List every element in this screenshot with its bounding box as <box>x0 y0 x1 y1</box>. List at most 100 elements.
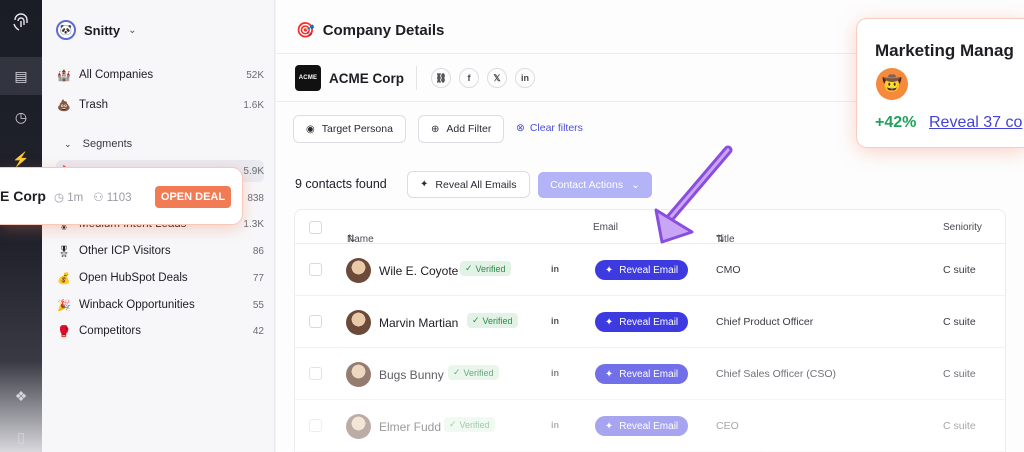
sidebar-item-hubspot-deals[interactable]: 💰 Open HubSpot Deals 77 <box>56 267 264 289</box>
sidebar-item-count: 838 <box>247 192 264 204</box>
segments-label: Segments <box>82 138 133 150</box>
book-nav-icon[interactable]: ▯ <box>11 427 31 447</box>
avatar <box>346 258 371 283</box>
sidebar-item-count: 1.3K <box>243 218 264 230</box>
page-title: 🎯 Company Details <box>296 21 445 40</box>
avatar <box>346 362 371 387</box>
workspace-switcher[interactable]: 🐼 Snitty ⌄ <box>56 20 137 40</box>
people-icon: ⚇ <box>93 192 104 204</box>
row-checkbox[interactable] <box>309 419 322 432</box>
sidebar-item-label: Winback Opportunities <box>79 299 195 311</box>
facebook-icon[interactable]: f <box>459 68 479 88</box>
app-rail: ▤ ◷ ⚡ ❖ ▯ <box>0 0 42 452</box>
sidebar-item-count: 86 <box>252 245 264 257</box>
boxing-glove-icon: 🥊 <box>57 325 71 338</box>
segments-header[interactable]: ⌄ Segments <box>64 138 132 150</box>
table-row[interactable]: Elmer Fudd ✓ Verified in ✦ Reveal Email CE… <box>295 400 1005 452</box>
linkedin-icon[interactable]: in <box>551 264 559 274</box>
sidebar-item-count: 52K <box>246 69 264 81</box>
table-row[interactable]: Bugs Bunny ✓ Verified in ✦ Reveal Email Ch… <box>295 348 1005 400</box>
check-circle-icon: ✓ <box>465 263 473 273</box>
persona-icon: ◉ <box>306 123 315 135</box>
sidebar-item-count: 5.9K <box>243 165 264 177</box>
linkedin-icon[interactable]: in <box>515 68 535 88</box>
marketing-card: Marketing Manag 🤠 +42% Reveal 37 co <box>857 19 1024 147</box>
deal-company: E Corp <box>0 188 46 204</box>
sidebar-item-competitors[interactable]: 🥊 Competitors 42 <box>56 320 264 342</box>
contact-title: Chief Product Officer <box>716 316 814 328</box>
verified-badge: ✓ Verified <box>467 313 518 328</box>
reveal-email-button[interactable]: ✦ Reveal Email <box>595 364 688 384</box>
contact-name[interactable]: Marvin Martian <box>379 316 458 330</box>
sidebar-item-label: Trash <box>79 99 108 111</box>
avatar <box>346 414 371 439</box>
verified-badge: ✓ Verified <box>448 365 499 380</box>
sidebar-item-other-icp[interactable]: 🎖 Other ICP Visitors 86 <box>56 240 264 262</box>
clock-nav-icon[interactable]: ◷ <box>11 107 31 127</box>
row-checkbox[interactable] <box>309 263 322 276</box>
chevron-down-icon: ⌄ <box>128 24 137 36</box>
verified-badge: ✓ Verified <box>444 417 495 432</box>
contact-seniority: C suite <box>943 316 976 328</box>
sidebar-item-all-companies[interactable]: 🏰 All Companies 52K <box>56 64 264 86</box>
reveal-contacts-link[interactable]: Reveal 37 co <box>929 114 1022 132</box>
linkedin-icon[interactable]: in <box>551 420 559 430</box>
avatar: 🤠 <box>876 68 908 100</box>
contact-actions-button[interactable]: Contact Actions ⌄ <box>538 172 652 198</box>
target-persona-label: Target Persona <box>321 123 393 135</box>
linkedin-icon[interactable]: in <box>551 316 559 326</box>
deal-meta: ◷ 1m ⚇ 1103 <box>54 192 132 204</box>
integrations-nav-icon[interactable]: ❖ <box>11 386 31 406</box>
contact-name[interactable]: Elmer Fudd <box>379 420 441 434</box>
sidebar-item-count: 77 <box>252 272 264 284</box>
castle-icon: 🏰 <box>57 69 71 82</box>
table-row[interactable]: Marvin Martian ✓ Verified in ✦ Reveal Emai… <box>295 296 1005 348</box>
close-circle-icon: ⊗ <box>516 122 525 134</box>
companies-nav-icon[interactable]: ▤ <box>0 57 42 95</box>
linkedin-icon[interactable]: in <box>551 368 559 378</box>
contact-seniority: C suite <box>943 420 976 432</box>
growth-percent: +42% <box>875 114 917 131</box>
sidebar-item-label: Competitors <box>79 325 141 337</box>
reveal-email-button[interactable]: ✦ Reveal Email <box>595 312 688 332</box>
sidebar-item-label: Other ICP Visitors <box>79 245 171 257</box>
table-row[interactable]: Wile E. Coyote ✓ Verified in ✦ Reveal Emai… <box>295 244 1005 296</box>
contact-name[interactable]: Bugs Bunny <box>379 368 444 382</box>
select-all-checkbox[interactable] <box>309 221 322 234</box>
contacts-count: 9 contacts found <box>295 177 387 191</box>
verified-badge: ✓ Verified <box>460 261 511 276</box>
check-circle-icon: ✓ <box>449 419 457 429</box>
bolt-nav-icon[interactable]: ⚡ <box>11 149 31 169</box>
contact-name[interactable]: Wile E. Coyote <box>379 264 458 278</box>
clear-filters-label: Clear filters <box>529 122 583 134</box>
divider <box>416 66 417 90</box>
workspace-name: Snitty <box>84 22 121 38</box>
sidebar: 🐼 Snitty ⌄ 🏰 All Companies 52K 💩 Trash 1… <box>42 0 275 452</box>
sparkle-icon: ✦ <box>420 179 429 190</box>
sparkle-icon: ✦ <box>604 368 614 380</box>
clear-filters-link[interactable]: ⊗ Clear filters <box>516 122 583 134</box>
page-title-text: Company Details <box>322 21 445 39</box>
open-deal-button[interactable]: OPEN DEAL <box>155 186 231 208</box>
reveal-email-button[interactable]: ✦ Reveal Email <box>595 260 688 280</box>
party-icon: 🎉 <box>57 299 71 312</box>
fingerprint-logo-icon[interactable] <box>11 12 31 32</box>
sparkle-icon: ✦ <box>604 420 614 432</box>
sparkle-icon: ✦ <box>604 316 614 328</box>
sidebar-item-trash[interactable]: 💩 Trash 1.6K <box>56 94 264 116</box>
contact-title: CEO <box>716 420 739 432</box>
link-icon[interactable]: ⛓ <box>431 68 451 88</box>
sidebar-item-count: 42 <box>252 325 264 337</box>
check-circle-icon: ✓ <box>472 315 480 325</box>
add-filter-button[interactable]: ⊕ Add Filter <box>418 115 505 143</box>
contact-seniority: C suite <box>943 264 976 276</box>
add-filter-label: Add Filter <box>446 123 492 135</box>
sidebar-item-count: 1.6K <box>243 99 264 111</box>
reveal-all-emails-button[interactable]: ✦ Reveal All Emails <box>407 171 530 198</box>
reveal-email-button[interactable]: ✦ Reveal Email <box>595 416 688 436</box>
target-persona-button[interactable]: ◉ Target Persona <box>293 115 406 143</box>
x-twitter-icon[interactable]: 𝕏 <box>487 68 507 88</box>
row-checkbox[interactable] <box>309 367 322 380</box>
row-checkbox[interactable] <box>309 315 322 328</box>
sidebar-item-winback[interactable]: 🎉 Winback Opportunities 55 <box>56 294 264 316</box>
